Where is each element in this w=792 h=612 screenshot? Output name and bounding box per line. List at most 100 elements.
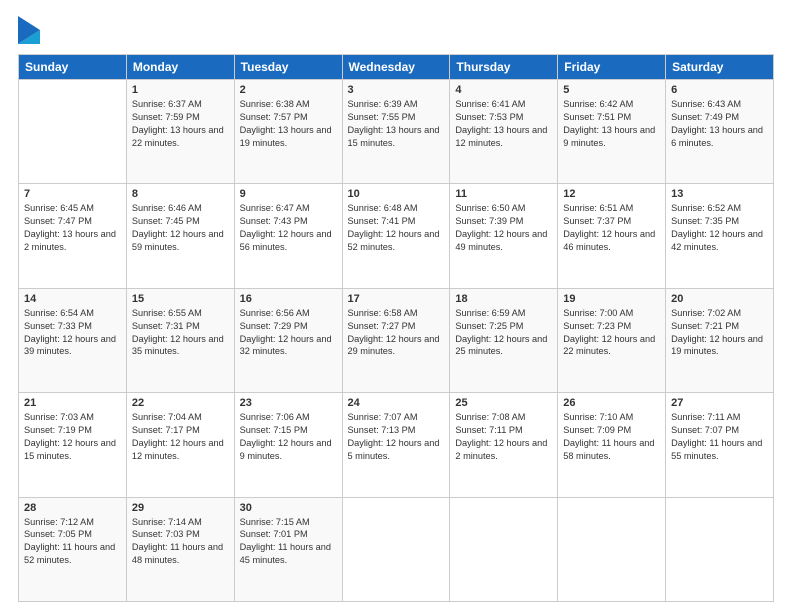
cell-details: Sunrise: 7:00 AM Sunset: 7:23 PM Dayligh… xyxy=(563,307,660,359)
day-number: 15 xyxy=(132,293,229,305)
calendar-cell: 19 Sunrise: 7:00 AM Sunset: 7:23 PM Dayli… xyxy=(558,288,666,392)
day-number: 2 xyxy=(240,84,337,96)
day-number: 18 xyxy=(455,293,552,305)
cell-details: Sunrise: 6:43 AM Sunset: 7:49 PM Dayligh… xyxy=(671,98,768,150)
calendar-cell: 23 Sunrise: 7:06 AM Sunset: 7:15 PM Dayli… xyxy=(234,393,342,497)
day-number: 26 xyxy=(563,397,660,409)
calendar-header-saturday: Saturday xyxy=(666,55,774,80)
calendar-cell: 13 Sunrise: 6:52 AM Sunset: 7:35 PM Dayli… xyxy=(666,184,774,288)
calendar-cell xyxy=(19,80,127,184)
calendar-cell: 11 Sunrise: 6:50 AM Sunset: 7:39 PM Dayli… xyxy=(450,184,558,288)
day-number: 28 xyxy=(24,502,121,514)
calendar-header-sunday: Sunday xyxy=(19,55,127,80)
day-number: 13 xyxy=(671,188,768,200)
calendar-cell: 25 Sunrise: 7:08 AM Sunset: 7:11 PM Dayli… xyxy=(450,393,558,497)
calendar-cell: 30 Sunrise: 7:15 AM Sunset: 7:01 PM Dayli… xyxy=(234,497,342,601)
day-number: 17 xyxy=(348,293,445,305)
day-number: 10 xyxy=(348,188,445,200)
cell-details: Sunrise: 6:39 AM Sunset: 7:55 PM Dayligh… xyxy=(348,98,445,150)
logo-icon xyxy=(18,16,40,44)
calendar-cell: 26 Sunrise: 7:10 AM Sunset: 7:09 PM Dayli… xyxy=(558,393,666,497)
calendar-cell: 6 Sunrise: 6:43 AM Sunset: 7:49 PM Daylig… xyxy=(666,80,774,184)
calendar-week-row: 21Sunrise: 7:03 AM Sunset: 7:19 PM Dayli… xyxy=(19,393,774,497)
day-number: 30 xyxy=(240,502,337,514)
cell-details: Sunrise: 6:51 AM Sunset: 7:37 PM Dayligh… xyxy=(563,202,660,254)
calendar-cell: 29 Sunrise: 7:14 AM Sunset: 7:03 PM Dayli… xyxy=(126,497,234,601)
calendar-header-monday: Monday xyxy=(126,55,234,80)
day-number: 23 xyxy=(240,397,337,409)
calendar-cell: 24 Sunrise: 7:07 AM Sunset: 7:13 PM Dayli… xyxy=(342,393,450,497)
day-number: 24 xyxy=(348,397,445,409)
cell-details: Sunrise: 6:38 AM Sunset: 7:57 PM Dayligh… xyxy=(240,98,337,150)
cell-details: Sunrise: 7:04 AM Sunset: 7:17 PM Dayligh… xyxy=(132,411,229,463)
day-number: 14 xyxy=(24,293,121,305)
calendar-cell: 17 Sunrise: 6:58 AM Sunset: 7:27 PM Dayli… xyxy=(342,288,450,392)
calendar-cell xyxy=(342,497,450,601)
calendar-cell: 10 Sunrise: 6:48 AM Sunset: 7:41 PM Dayli… xyxy=(342,184,450,288)
calendar-header-wednesday: Wednesday xyxy=(342,55,450,80)
calendar-cell: 1Sunrise: 6:37 AM Sunset: 7:59 PM Daylig… xyxy=(126,80,234,184)
cell-details: Sunrise: 6:58 AM Sunset: 7:27 PM Dayligh… xyxy=(348,307,445,359)
calendar-cell: 21Sunrise: 7:03 AM Sunset: 7:19 PM Dayli… xyxy=(19,393,127,497)
day-number: 12 xyxy=(563,188,660,200)
calendar-cell: 16Sunrise: 6:56 AM Sunset: 7:29 PM Dayli… xyxy=(234,288,342,392)
cell-details: Sunrise: 7:12 AM Sunset: 7:05 PM Dayligh… xyxy=(24,516,121,568)
cell-details: Sunrise: 6:46 AM Sunset: 7:45 PM Dayligh… xyxy=(132,202,229,254)
calendar-cell: 27 Sunrise: 7:11 AM Sunset: 7:07 PM Dayli… xyxy=(666,393,774,497)
day-number: 7 xyxy=(24,188,121,200)
cell-details: Sunrise: 7:06 AM Sunset: 7:15 PM Dayligh… xyxy=(240,411,337,463)
day-number: 25 xyxy=(455,397,552,409)
cell-details: Sunrise: 6:50 AM Sunset: 7:39 PM Dayligh… xyxy=(455,202,552,254)
calendar-cell: 20 Sunrise: 7:02 AM Sunset: 7:21 PM Dayli… xyxy=(666,288,774,392)
cell-details: Sunrise: 7:10 AM Sunset: 7:09 PM Dayligh… xyxy=(563,411,660,463)
calendar-header-friday: Friday xyxy=(558,55,666,80)
calendar-cell xyxy=(450,497,558,601)
cell-details: Sunrise: 6:42 AM Sunset: 7:51 PM Dayligh… xyxy=(563,98,660,150)
calendar-cell: 9 Sunrise: 6:47 AM Sunset: 7:43 PM Daylig… xyxy=(234,184,342,288)
cell-details: Sunrise: 7:11 AM Sunset: 7:07 PM Dayligh… xyxy=(671,411,768,463)
cell-details: Sunrise: 7:03 AM Sunset: 7:19 PM Dayligh… xyxy=(24,411,121,463)
calendar-cell: 5 Sunrise: 6:42 AM Sunset: 7:51 PM Daylig… xyxy=(558,80,666,184)
cell-details: Sunrise: 7:02 AM Sunset: 7:21 PM Dayligh… xyxy=(671,307,768,359)
cell-details: Sunrise: 7:15 AM Sunset: 7:01 PM Dayligh… xyxy=(240,516,337,568)
cell-details: Sunrise: 7:08 AM Sunset: 7:11 PM Dayligh… xyxy=(455,411,552,463)
day-number: 29 xyxy=(132,502,229,514)
calendar-cell: 14 Sunrise: 6:54 AM Sunset: 7:33 PM Dayli… xyxy=(19,288,127,392)
calendar-cell: 2 Sunrise: 6:38 AM Sunset: 7:57 PM Daylig… xyxy=(234,80,342,184)
day-number: 8 xyxy=(132,188,229,200)
day-number: 5 xyxy=(563,84,660,96)
day-number: 9 xyxy=(240,188,337,200)
cell-details: Sunrise: 6:47 AM Sunset: 7:43 PM Dayligh… xyxy=(240,202,337,254)
cell-details: Sunrise: 6:56 AM Sunset: 7:29 PM Dayligh… xyxy=(240,307,337,359)
calendar-week-row: 7 Sunrise: 6:45 AM Sunset: 7:47 PM Daylig… xyxy=(19,184,774,288)
day-number: 22 xyxy=(132,397,229,409)
calendar-cell: 18Sunrise: 6:59 AM Sunset: 7:25 PM Dayli… xyxy=(450,288,558,392)
day-number: 20 xyxy=(671,293,768,305)
cell-details: Sunrise: 6:41 AM Sunset: 7:53 PM Dayligh… xyxy=(455,98,552,150)
calendar-week-row: 28 Sunrise: 7:12 AM Sunset: 7:05 PM Dayli… xyxy=(19,497,774,601)
cell-details: Sunrise: 6:45 AM Sunset: 7:47 PM Dayligh… xyxy=(24,202,121,254)
cell-details: Sunrise: 6:48 AM Sunset: 7:41 PM Dayligh… xyxy=(348,202,445,254)
day-number: 19 xyxy=(563,293,660,305)
cell-details: Sunrise: 6:55 AM Sunset: 7:31 PM Dayligh… xyxy=(132,307,229,359)
logo xyxy=(18,16,44,44)
day-number: 6 xyxy=(671,84,768,96)
calendar-header-row: SundayMondayTuesdayWednesdayThursdayFrid… xyxy=(19,55,774,80)
calendar-header-tuesday: Tuesday xyxy=(234,55,342,80)
calendar-cell: 15 Sunrise: 6:55 AM Sunset: 7:31 PM Dayli… xyxy=(126,288,234,392)
calendar-cell xyxy=(558,497,666,601)
page-header xyxy=(18,16,774,44)
calendar-cell: 7 Sunrise: 6:45 AM Sunset: 7:47 PM Daylig… xyxy=(19,184,127,288)
calendar-week-row: 1Sunrise: 6:37 AM Sunset: 7:59 PM Daylig… xyxy=(19,80,774,184)
cell-details: Sunrise: 7:07 AM Sunset: 7:13 PM Dayligh… xyxy=(348,411,445,463)
day-number: 27 xyxy=(671,397,768,409)
calendar-cell: 4Sunrise: 6:41 AM Sunset: 7:53 PM Daylig… xyxy=(450,80,558,184)
cell-details: Sunrise: 7:14 AM Sunset: 7:03 PM Dayligh… xyxy=(132,516,229,568)
calendar-table: SundayMondayTuesdayWednesdayThursdayFrid… xyxy=(18,54,774,602)
calendar-header-thursday: Thursday xyxy=(450,55,558,80)
calendar-cell: 22 Sunrise: 7:04 AM Sunset: 7:17 PM Dayli… xyxy=(126,393,234,497)
cell-details: Sunrise: 6:54 AM Sunset: 7:33 PM Dayligh… xyxy=(24,307,121,359)
cell-details: Sunrise: 6:52 AM Sunset: 7:35 PM Dayligh… xyxy=(671,202,768,254)
day-number: 3 xyxy=(348,84,445,96)
day-number: 11 xyxy=(455,188,552,200)
